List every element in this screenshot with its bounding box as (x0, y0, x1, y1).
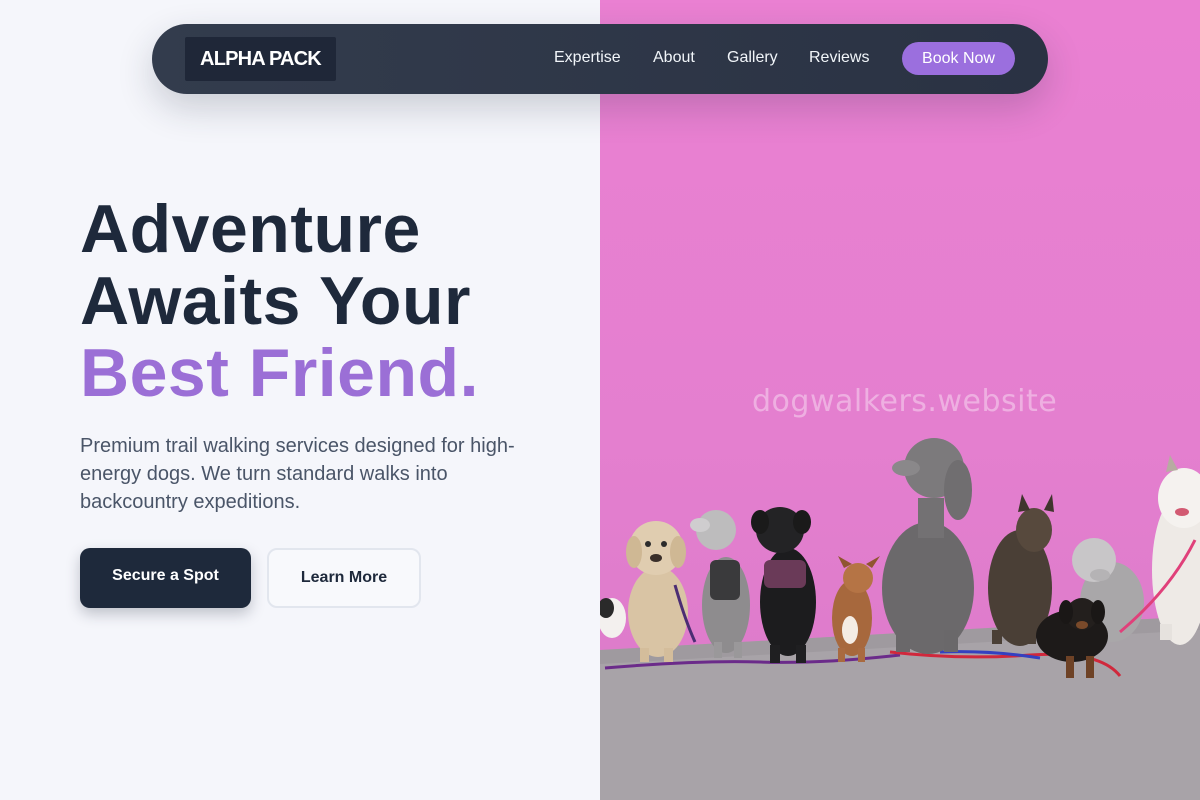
headline-line-2: Awaits Your (80, 263, 471, 339)
watermark-text: dogwalkers.website (752, 384, 1058, 419)
headline-accent: Best Friend. (80, 335, 479, 411)
hero-subtitle: Premium trail walking services designed … (80, 435, 515, 513)
book-now-button[interactable]: Book Now (902, 42, 1015, 75)
nav-link-reviews[interactable]: Reviews (809, 48, 869, 68)
nav-link-about[interactable]: About (653, 48, 695, 68)
learn-more-button[interactable]: Learn More (267, 548, 421, 608)
hero-headline: Adventure Awaits Your Best Friend. (80, 193, 479, 409)
brand-logo[interactable]: ALPHA PACK (185, 37, 336, 81)
nav-link-gallery[interactable]: Gallery (727, 48, 778, 68)
nav-link-expertise[interactable]: Expertise (554, 48, 621, 68)
top-navbar: ALPHA PACK Expertise About Gallery Revie… (152, 24, 1048, 94)
secure-spot-button[interactable]: Secure a Spot (80, 548, 251, 608)
headline-line-1: Adventure (80, 191, 421, 267)
